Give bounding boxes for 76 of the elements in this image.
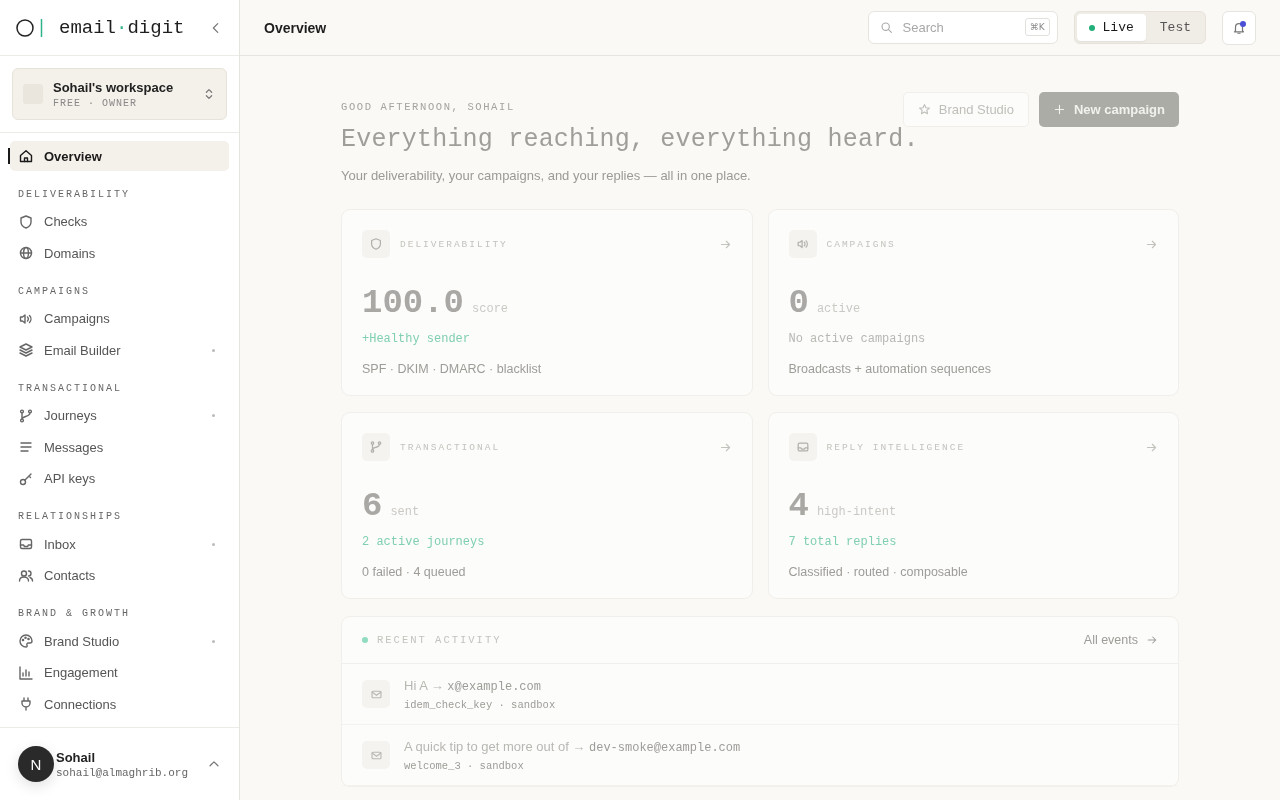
plug-icon [18,696,34,712]
nav-item[interactable]: Inbox [10,529,229,559]
stat-status: 7 total replies [788,535,898,549]
greeting: GOOD AFTERNOON, SOHAIL [341,101,515,113]
card-title: DELIVERABILITY [400,238,509,250]
nav-item[interactable]: Email Builder [10,335,229,365]
nav-item[interactable]: Contacts [10,560,229,591]
shield-icon [18,213,34,230]
plus-icon [1052,103,1066,116]
headline: Everything reaching, everything heard. [341,125,920,154]
brand-name: email·digit [59,16,186,39]
workspace-name: Sohail's workspace [53,79,175,95]
nav-item[interactable]: Checks [10,206,229,237]
logo-icon [16,17,43,38]
page-title: Overview [264,19,328,36]
stat-note: SPF · DKIM · DMARC · blacklist [362,362,543,376]
stat-note: 0 failed · 4 queued [362,565,467,579]
card-title: CAMPAIGNS [826,238,897,250]
branch-icon [18,407,34,424]
user-avatar[interactable]: N [18,746,54,782]
activity-subject: Hi A → x@example.com [404,677,542,694]
stat-value: 6 [362,487,383,525]
nav-item[interactable]: Campaigns [10,303,229,334]
bar-chart-icon [18,664,34,681]
arrow-right-icon [1146,634,1158,646]
status-dot [362,637,368,643]
workspace-plan: FREE · OWNER [53,97,138,109]
inbox-icon [795,440,810,454]
stat-note: Broadcasts + automation sequences [788,362,993,376]
nav-item[interactable]: Connections [10,689,229,719]
subtitle: Your deliverability, your campaigns, and your replies — all in one place. [341,168,752,183]
section-heading: TRANSACTIONAL [17,382,123,394]
lines-icon [18,439,34,455]
star-icon [917,103,931,116]
inbox-icon [18,536,34,552]
panel-title: RECENT ACTIVITY [377,634,503,646]
section-heading: BRAND & GROWTH [17,608,131,619]
nav-item[interactable]: Overview [10,141,229,171]
notifications-button[interactable] [1222,10,1256,45]
section-heading: CAMPAIGNS [17,285,91,297]
card-title: REPLY INTELLIGENCE [826,441,967,453]
card-title: TRANSACTIONAL [400,441,502,453]
shortcut-hint: ⌘K [1024,18,1050,36]
mode-tab[interactable]: Test [1147,14,1203,41]
mode-tab[interactable]: Live [1076,14,1146,41]
user-email: sohail@almaghrib.org [56,766,190,779]
stat-status: No active campaigns [788,332,927,346]
activity-subject: A quick tip to get more out of → dev-smoke@example.com [404,738,741,755]
activity-meta: idem_check_key · sandbox [404,698,556,711]
bell-icon [1232,20,1246,35]
stat-value: 100.0 [362,284,465,322]
section-heading: DELIVERABILITY [17,188,131,200]
user-name: Sohail [56,749,96,765]
home-icon [18,148,34,164]
branch-icon [369,440,383,454]
stat-note: Classified · routed · composable [788,565,969,579]
nav-item[interactable]: Messages [10,432,229,462]
workspace-switcher[interactable]: Sohail's workspace FREE · OWNER [12,68,227,120]
globe-icon [18,245,34,261]
nav-item[interactable]: Engagement [10,657,229,688]
nav-item[interactable]: Journeys [10,400,229,431]
search-icon [879,21,893,34]
palette-icon [18,633,34,649]
megaphone-icon [795,237,810,251]
stat-value: 4 [788,487,809,525]
stat-value: 0 [788,284,809,322]
activity-meta: welcome_3 · sandbox [404,759,525,772]
nav-item[interactable]: Domains [10,238,229,268]
section-heading: RELATIONSHIPS [17,511,123,522]
nav-item[interactable]: API keys [10,463,229,494]
stat-status: +Healthy sender [362,332,472,346]
shield-icon [369,237,383,251]
stat-status: 2 active journeys [362,535,486,549]
nav-item[interactable]: Brand Studio [10,626,229,656]
layers-icon [18,342,34,358]
users-icon [18,567,34,584]
